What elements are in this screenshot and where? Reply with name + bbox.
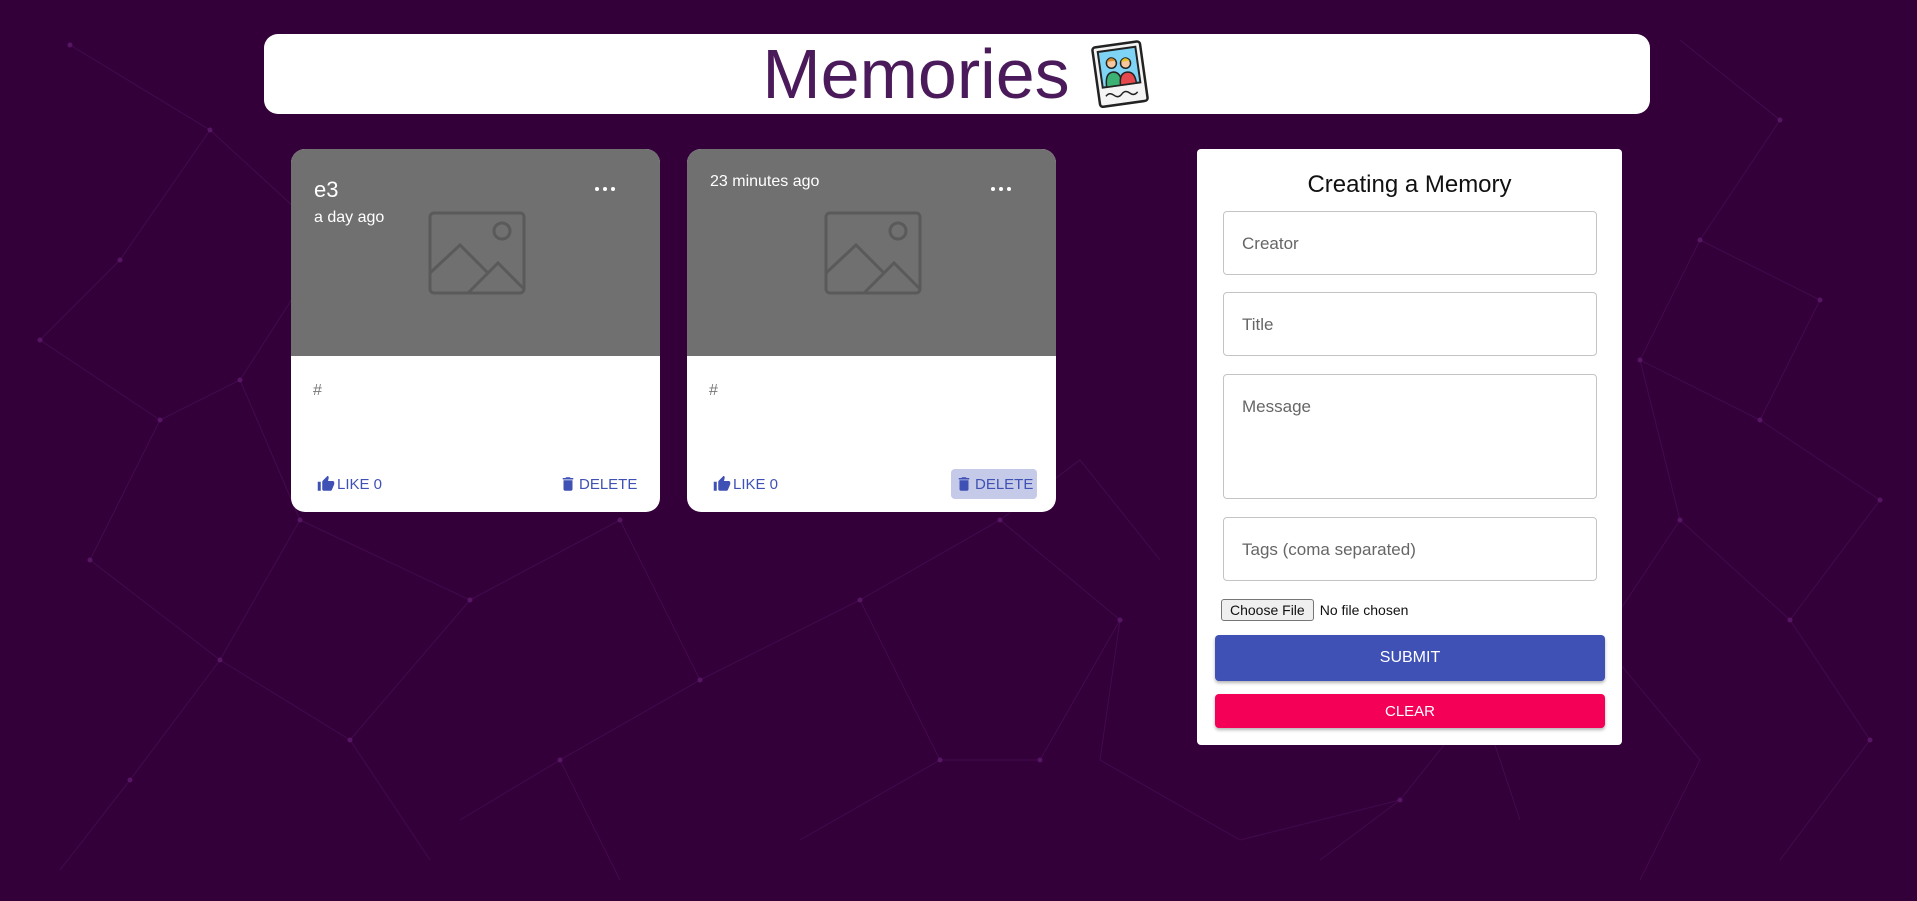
like-label: LIKE 0 [733, 475, 779, 493]
file-picker: Choose File No file chosen [1221, 599, 1408, 621]
photo-memories-icon [1090, 40, 1149, 108]
card-tags: # [313, 382, 322, 399]
create-memory-form: Creating a Memory Choose File No file ch… [1197, 149, 1622, 745]
more-options-icon[interactable] [591, 177, 619, 201]
delete-label: DELETE [579, 475, 638, 493]
card-media: e3 a day ago [291, 149, 660, 356]
thumb-up-icon [713, 475, 731, 491]
app-title: Memories [762, 35, 1070, 113]
creator-field[interactable] [1223, 211, 1597, 276]
tags-input[interactable] [1240, 518, 1584, 582]
app-header: Memories [264, 34, 1650, 114]
thumb-up-icon [317, 475, 335, 491]
title-field[interactable] [1223, 292, 1597, 357]
creator-input[interactable] [1240, 212, 1584, 276]
delete-button[interactable]: DELETE [555, 469, 641, 499]
delete-label: DELETE [975, 475, 1034, 493]
like-button[interactable]: LIKE 0 [313, 469, 386, 499]
form-heading: Creating a Memory [1307, 171, 1512, 198]
message-input[interactable] [1240, 395, 1584, 489]
card-timestamp: 23 minutes ago [710, 173, 820, 190]
like-label: LIKE 0 [337, 475, 383, 493]
more-options-icon[interactable] [987, 177, 1015, 201]
memory-card: e3 a day ago # LIKE 0 DELETE [291, 149, 660, 512]
trash-icon [562, 477, 574, 491]
file-status: No file chosen [1319, 602, 1409, 618]
title-input[interactable] [1240, 293, 1584, 357]
submit-button[interactable]: SUBMIT [1215, 635, 1605, 681]
image-placeholder-icon [824, 211, 922, 295]
memory-card: 23 minutes ago # LIKE 0 DELETE [687, 149, 1056, 512]
clear-button[interactable]: CLEAR [1215, 694, 1605, 728]
message-field[interactable] [1223, 374, 1597, 499]
card-media: 23 minutes ago [687, 149, 1056, 356]
trash-icon [958, 477, 970, 491]
image-placeholder-icon [428, 211, 526, 295]
tags-field[interactable] [1223, 517, 1597, 582]
delete-button[interactable]: DELETE [951, 469, 1038, 499]
choose-file-button[interactable]: Choose File [1221, 599, 1314, 621]
like-button[interactable]: LIKE 0 [709, 469, 782, 499]
card-tags: # [709, 382, 718, 399]
card-title: e3 [314, 177, 339, 202]
card-timestamp: a day ago [314, 209, 385, 226]
